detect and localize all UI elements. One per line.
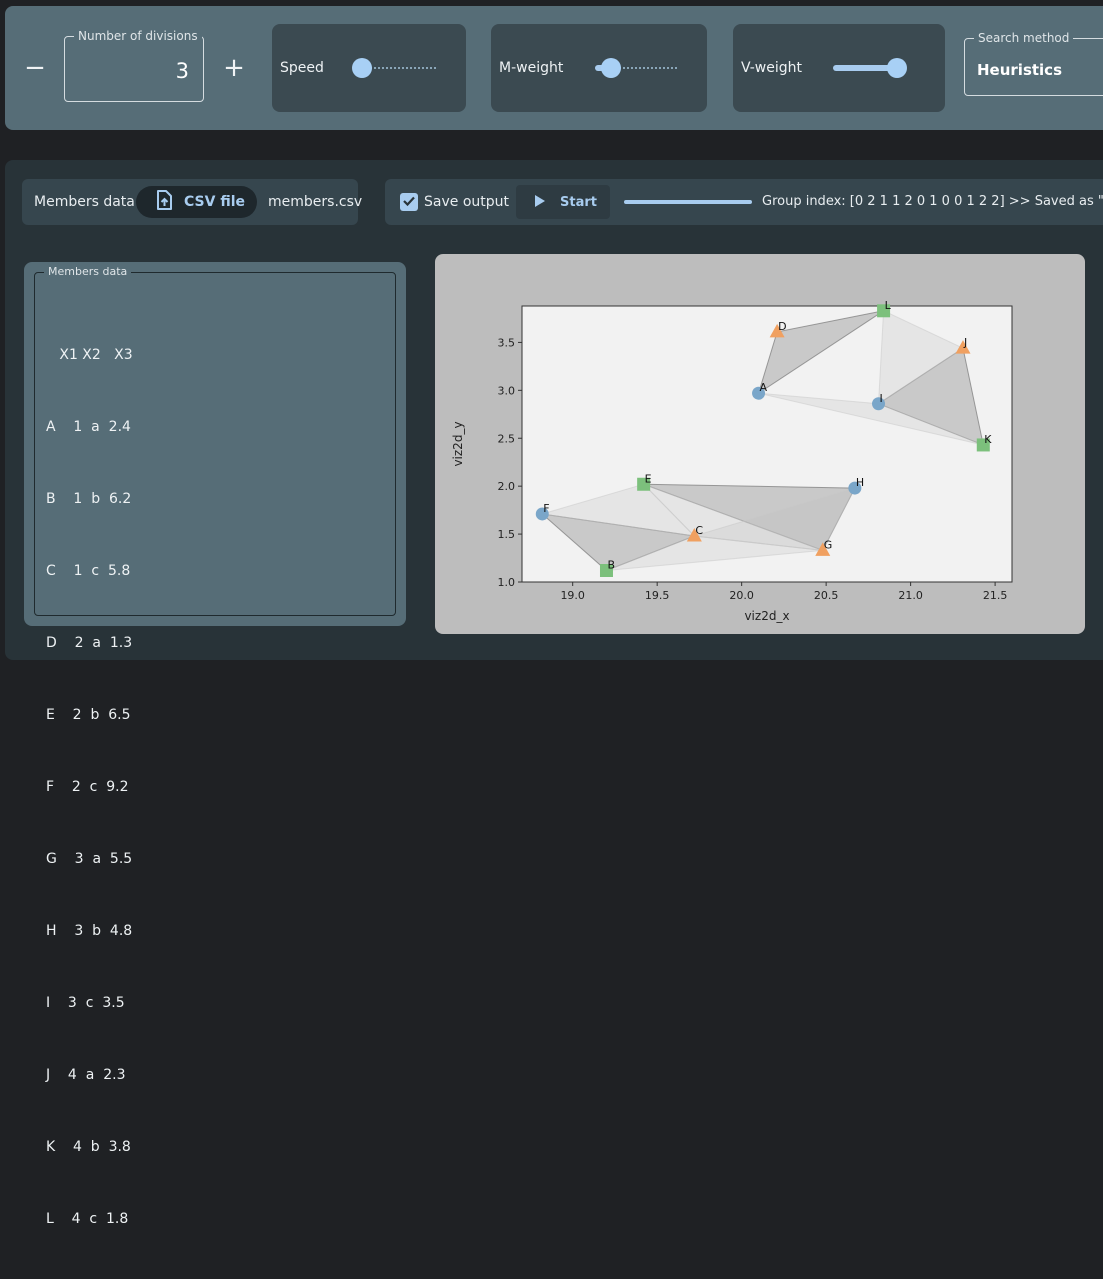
increment-button[interactable]: + bbox=[216, 50, 252, 86]
x-tick-label: 21.0 bbox=[898, 589, 923, 602]
mweight-slider-thumb[interactable] bbox=[601, 58, 621, 78]
csv-file-button[interactable]: CSV file bbox=[136, 186, 257, 218]
plot-panel: 19.0 19.5 20.0 20.5 21.0 21.5 1.0 1.5 2.0 2.5 3.0 3… bbox=[435, 254, 1085, 634]
divisions-field[interactable]: Number of divisions 3 bbox=[64, 28, 204, 102]
file-name: members.csv bbox=[268, 194, 363, 210]
y-axis-label: viz2d_y bbox=[451, 421, 465, 466]
x-tick-label: 21.5 bbox=[983, 589, 1008, 602]
progress-bar bbox=[624, 200, 752, 204]
check-icon bbox=[402, 193, 416, 212]
scatter-chart: 19.0 19.5 20.0 20.5 21.0 21.5 1.0 1.5 2.0 2.5 3.0 3… bbox=[451, 299, 1013, 623]
members-data-source: Members data CSV file members.csv bbox=[22, 179, 362, 225]
vweight-slider-thumb[interactable] bbox=[887, 58, 907, 78]
members-table-row: E 2 b 6.5 bbox=[46, 707, 131, 723]
members-table-row: K 4 b 3.8 bbox=[46, 1139, 131, 1155]
save-output-label: Save output bbox=[424, 194, 509, 210]
members-table-row: G 3 a 5.5 bbox=[46, 851, 133, 867]
start-button[interactable]: Start bbox=[516, 185, 610, 219]
divisions-legend: Number of divisions bbox=[74, 28, 202, 44]
members-data-label: Members data bbox=[34, 194, 135, 210]
run-controls: Save output Start Group index: [0 2 1 1 … bbox=[385, 179, 1103, 225]
status-text: Group index: [0 2 1 1 2 0 1 0 0 1 2 2] >… bbox=[762, 194, 1103, 209]
speed-label: Speed bbox=[280, 60, 324, 76]
members-data-fieldset: Members data X1 X2 X3 A 1 a 2.4 B 1 b 6.… bbox=[34, 264, 396, 1227]
y-tick-label: 3.0 bbox=[498, 384, 516, 397]
members-table-row: F 2 c 9.2 bbox=[46, 779, 129, 795]
members-table-row: D 2 a 1.3 bbox=[46, 635, 133, 651]
vweight-slider-card: V-weight bbox=[733, 24, 945, 112]
y-tick-label: 2.5 bbox=[498, 432, 516, 445]
members-table-row: I 3 c 3.5 bbox=[46, 995, 125, 1011]
start-button-label: Start bbox=[560, 194, 597, 210]
speed-slider-thumb[interactable] bbox=[352, 58, 372, 78]
data-point-label: G bbox=[824, 538, 833, 551]
decrement-button[interactable]: − bbox=[17, 50, 53, 86]
members-table-row: L 4 c 1.8 bbox=[46, 1211, 129, 1227]
members-table-row: H 3 b 4.8 bbox=[46, 923, 133, 939]
members-table-row: A 1 a 2.4 bbox=[46, 419, 131, 435]
members-table-row: B 1 b 6.2 bbox=[46, 491, 132, 507]
file-upload-icon bbox=[156, 190, 172, 214]
members-data-panel: Members data X1 X2 X3 A 1 a 2.4 B 1 b 6.… bbox=[24, 262, 406, 1227]
y-tick-label: 2.0 bbox=[498, 480, 516, 493]
data-point-label: K bbox=[984, 433, 992, 446]
members-data-legend: Members data bbox=[44, 264, 132, 280]
mweight-label: M-weight bbox=[499, 60, 564, 76]
data-point-label: E bbox=[645, 472, 652, 485]
members-table-header: X1 X2 X3 bbox=[46, 347, 133, 363]
members-table: X1 X2 X3 A 1 a 2.4 B 1 b 6.2 C 1 c 5.8 D… bbox=[46, 295, 133, 1279]
search-method-legend: Search method bbox=[974, 30, 1074, 46]
data-point-label: J bbox=[963, 336, 967, 349]
members-table-row: C 1 c 5.8 bbox=[46, 563, 131, 579]
x-tick-label: 19.0 bbox=[560, 589, 585, 602]
x-tick-label: 20.5 bbox=[814, 589, 839, 602]
data-point-label: D bbox=[778, 320, 786, 333]
save-output-checkbox[interactable] bbox=[400, 193, 418, 211]
data-point-label: B bbox=[607, 559, 615, 572]
play-icon bbox=[534, 193, 546, 212]
divisions-value[interactable]: 3 bbox=[176, 59, 189, 83]
data-point-label: F bbox=[543, 502, 549, 515]
mweight-slider-card: M-weight bbox=[491, 24, 707, 112]
toolbar: − Number of divisions 3 + Speed M-weight… bbox=[5, 6, 1103, 130]
main-panel: Members data CSV file members.csv Save o… bbox=[5, 160, 1103, 1227]
y-tick-label: 3.5 bbox=[498, 336, 516, 349]
data-point-label: H bbox=[856, 476, 864, 489]
x-axis-label: viz2d_x bbox=[744, 609, 789, 623]
members-table-row: J 4 a 2.3 bbox=[46, 1067, 126, 1083]
data-point-i bbox=[872, 397, 886, 411]
y-tick-label: 1.0 bbox=[498, 576, 516, 589]
x-tick-label: 19.5 bbox=[645, 589, 670, 602]
x-tick-label: 20.0 bbox=[729, 589, 754, 602]
data-point-label: C bbox=[695, 524, 703, 537]
data-point-label: L bbox=[885, 299, 892, 312]
vweight-label: V-weight bbox=[741, 60, 803, 76]
csv-file-button-label: CSV file bbox=[184, 194, 245, 210]
y-tick-label: 1.5 bbox=[498, 528, 516, 541]
speed-slider-card: Speed bbox=[272, 24, 466, 112]
data-point-label: A bbox=[760, 381, 768, 394]
search-method-value[interactable]: Heuristics bbox=[977, 61, 1062, 79]
data-point-label: I bbox=[880, 392, 883, 405]
search-method-select[interactable]: Search method Heuristics bbox=[964, 30, 1103, 96]
